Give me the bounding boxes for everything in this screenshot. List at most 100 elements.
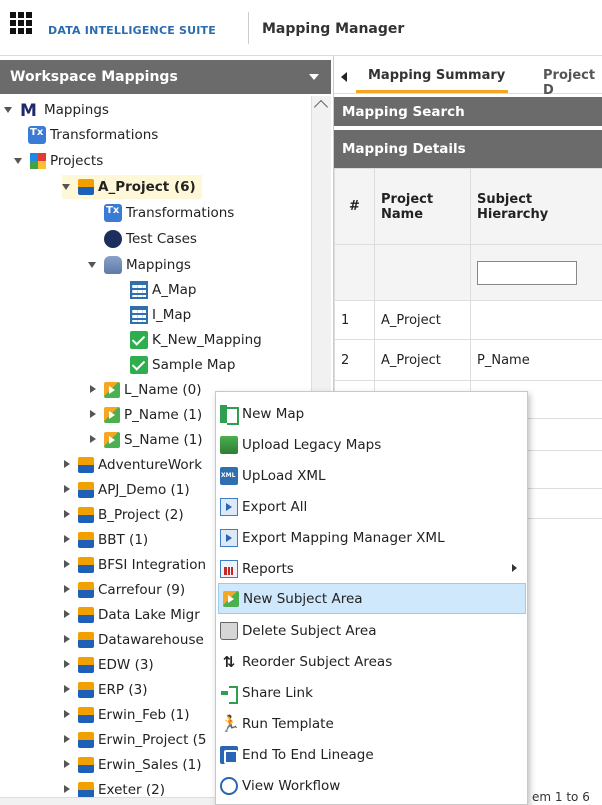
tree-node-project[interactable]: Datawarehouse [62,628,204,652]
tab-mapping-summary[interactable]: Mapping Summary [368,68,505,83]
tree-node-project[interactable]: B_Project (2) [62,503,184,527]
reports-icon [220,559,238,578]
menu-item-run-template[interactable]: 🏃 Run Template [216,708,529,739]
app-grid-icon[interactable] [10,12,32,34]
menu-item-label: Export All [242,498,308,515]
tree-node-project[interactable]: EDW (3) [62,653,154,677]
page-title: Mapping Manager [262,21,405,37]
menu-item-share-link[interactable]: Share Link [216,677,529,708]
expand-toggle-icon[interactable] [88,409,98,421]
project-icon [78,732,94,748]
expand-toggle-icon[interactable] [88,384,98,396]
expand-toggle-icon[interactable] [88,434,98,446]
tree-node-project[interactable]: BBT (1) [62,528,148,552]
expand-toggle-icon[interactable] [62,509,72,521]
row-number: 2 [334,339,375,381]
subject-hierarchy-cell [470,300,602,340]
tree-node-map[interactable]: A_Map [130,278,196,302]
expand-toggle-icon[interactable] [62,484,72,496]
menu-item-new-map[interactable]: New Map [216,398,529,429]
menu-item-label: Reports [242,560,294,577]
tab-scroll-left-icon[interactable] [341,72,347,82]
expand-toggle-icon[interactable] [62,709,72,721]
expand-toggle-icon[interactable] [62,734,72,746]
tree-node-a-project[interactable]: A_Project (6) [62,175,202,199]
divider [248,12,249,44]
expand-toggle-icon[interactable] [62,559,72,571]
tree-node-subject-area[interactable]: P_Name (1) [88,403,202,427]
menu-item-delete-subject-area[interactable]: Delete Subject Area [216,615,529,646]
tree-node-test-cases[interactable]: Test Cases [104,227,197,251]
tree-node-project[interactable]: BFSI Integration [62,553,206,577]
expand-toggle-icon[interactable] [62,534,72,546]
expand-toggle-icon[interactable] [62,759,72,771]
menu-item-view-workflow[interactable]: View Workflow [216,770,529,801]
tree-node-label: ERP (3) [98,682,148,698]
menu-item-upload-xml[interactable]: UpLoad XML [216,460,529,491]
column-header[interactable]: Project Name [374,168,471,245]
menu-item-label: View Workflow [242,777,341,794]
chevron-down-icon[interactable] [309,74,319,80]
brand-name[interactable]: DATA INTELLIGENCE SUITE [48,24,216,37]
tree-node-project[interactable]: Erwin_Project (5 [62,728,207,752]
map-table-icon [130,281,148,299]
tab-project-details[interactable]: Project D [543,68,602,98]
expand-toggle-icon[interactable] [62,784,72,796]
expand-toggle-icon[interactable] [62,609,72,621]
tree-node-map[interactable]: Sample Map [130,353,235,377]
tree-node-project[interactable]: Data Lake Migr [62,603,200,627]
tree-node-subject-area[interactable]: L_Name (0) [88,378,202,402]
expand-toggle-icon[interactable] [62,459,72,471]
tree-node-transformations[interactable]: Transformations [28,123,158,147]
menu-item-reorder-subject-areas[interactable]: ⇅ Reorder Subject Areas [216,646,529,677]
upload-legacy-icon [220,435,238,454]
menu-item-export-all[interactable]: Export All [216,491,529,522]
expand-toggle-icon[interactable] [4,104,14,116]
section-title: Mapping Search [342,103,465,120]
expand-toggle-icon[interactable] [88,259,98,271]
tree-node-a-mappings[interactable]: Mappings [88,253,191,277]
expand-toggle-icon[interactable] [62,634,72,646]
tree-node-project[interactable]: AdventureWork [62,453,202,477]
tree-node-project[interactable]: Erwin_Sales (1) [62,753,202,777]
tree-node-project[interactable]: APJ_Demo (1) [62,478,190,502]
table-row[interactable]: 2 A_Project P_Name [334,339,602,381]
database-icon [104,256,122,274]
tree-node-mappings-root[interactable]: M Mappings [4,98,109,122]
tree-node-projects[interactable]: Projects [14,149,103,173]
tree-node-label: Datawarehouse [98,632,204,648]
expand-toggle-icon[interactable] [62,684,72,696]
column-header[interactable]: # [334,168,375,245]
tree-node-label: BBT (1) [98,532,149,548]
row-number: 1 [334,300,375,340]
workspace-header[interactable]: Workspace Mappings [0,60,331,94]
mapping-search-bar[interactable]: Mapping Search [334,97,602,126]
tree-node-project[interactable]: Carrefour (9) [62,578,185,602]
expand-toggle-icon[interactable] [62,659,72,671]
tree-node-label: Carrefour (9) [98,582,186,598]
expand-toggle-icon[interactable] [14,155,24,167]
expand-toggle-icon[interactable] [62,181,72,193]
share-icon [220,684,238,704]
expand-toggle-icon[interactable] [62,584,72,596]
tree-node-map[interactable]: K_New_Mapping [130,328,262,352]
menu-item-upload-legacy-maps[interactable]: Upload Legacy Maps [216,429,529,460]
menu-item-end-to-end-lineage[interactable]: End To End Lineage [216,739,529,770]
subject-hierarchy-filter[interactable] [477,260,577,285]
tree-node-label: APJ_Demo (1) [98,482,190,498]
tree-node-a-transformations[interactable]: Transformations [104,201,234,225]
menu-item-new-subject-area[interactable]: New Subject Area [218,583,526,614]
scroll-up-icon[interactable] [313,99,329,115]
filter-cell [334,244,375,301]
tree-node-subject-area[interactable]: S_Name (1) [88,428,203,452]
mapping-details-bar[interactable]: Mapping Details [334,130,602,168]
table-row[interactable]: 1 A_Project [334,300,602,340]
menu-item-reports[interactable]: Reports [216,553,529,584]
tree-node-label: BFSI Integration [98,557,207,573]
tree-node-project[interactable]: ERP (3) [62,678,147,702]
new-map-icon [220,404,239,425]
column-header[interactable]: Subject Hierarchy [470,168,602,245]
tree-node-project[interactable]: Erwin_Feb (1) [62,703,190,727]
menu-item-export-mapping-manager-xml[interactable]: Export Mapping Manager XML [216,522,529,553]
tree-node-map[interactable]: I_Map [130,303,191,327]
